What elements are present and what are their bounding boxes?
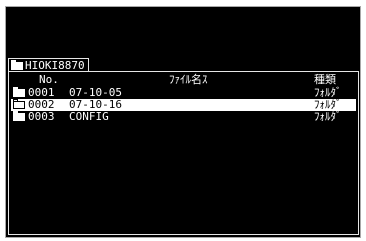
file-browser-screen: HIOKI8870 No. ﾌｧｲﾙ名ｽ 種類 0001 07-10-05 ﾌｫ… [5,6,361,238]
column-header-name: ﾌｧｲﾙ名ｽ [169,73,208,86]
item-type: ﾌｫﾙﾀﾞ [314,110,342,123]
path-tab[interactable]: HIOKI8870 [8,58,89,72]
column-header-no: No. [39,73,59,86]
folder-icon [11,59,23,70]
item-number: 0003 [28,110,55,123]
list-header: No. ﾌｧｲﾙ名ｽ 種類 [9,73,358,86]
path-tab-label: HIOKI8870 [25,58,85,72]
folder-icon [13,99,25,109]
column-header-type: 種類 [314,73,336,86]
file-list-panel: No. ﾌｧｲﾙ名ｽ 種類 0001 07-10-05 ﾌｫﾙﾀﾞ 0002 0… [8,71,359,235]
list-item[interactable]: 0001 07-10-05 ﾌｫﾙﾀﾞ [11,87,356,99]
folder-icon [13,111,25,121]
folder-icon [13,87,25,97]
list-item[interactable]: 0003 CONFIG ﾌｫﾙﾀﾞ [11,111,356,123]
item-name: CONFIG [69,110,109,123]
list-item-selected[interactable]: 0002 07-10-16 ﾌｫﾙﾀﾞ [11,99,356,111]
